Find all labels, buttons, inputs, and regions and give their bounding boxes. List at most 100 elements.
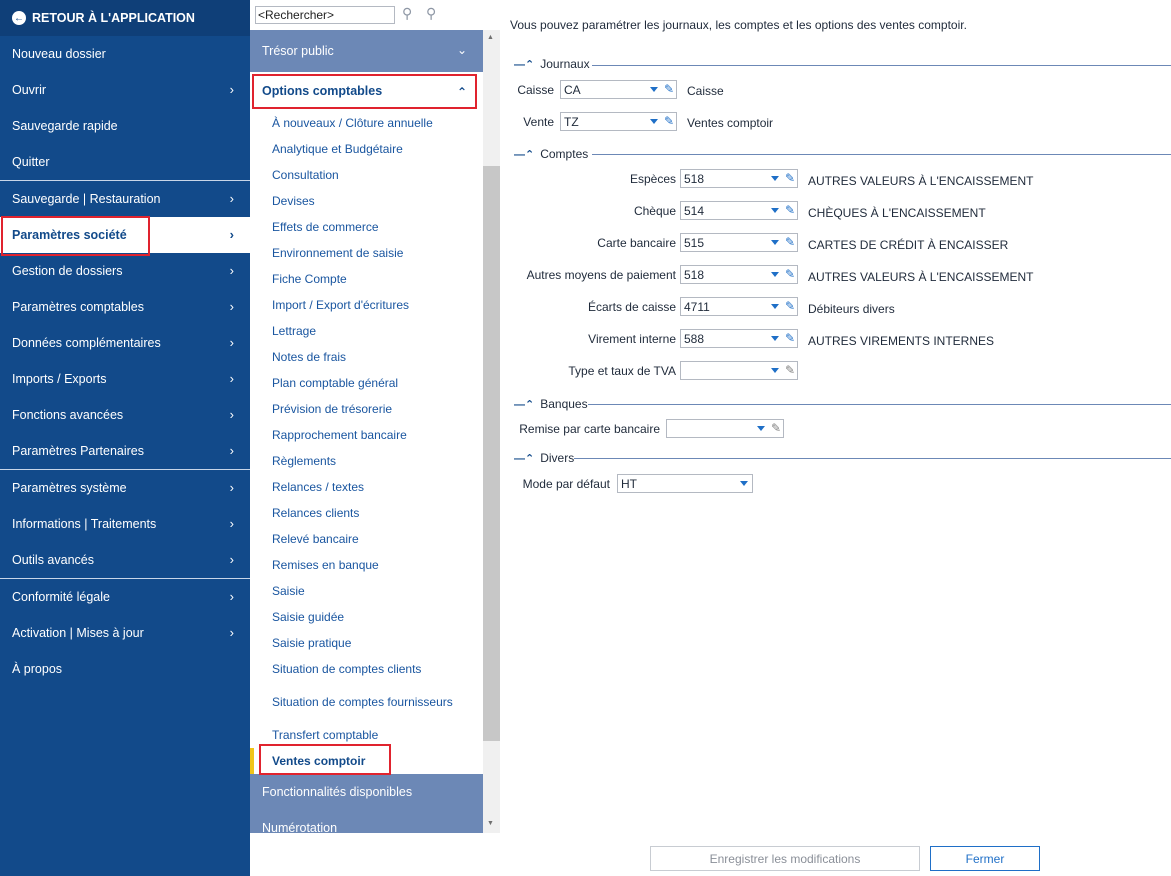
settings-tree-panel: ⚲ ⚲ Trésor public ⌄ Options comptables ⌃…: [250, 0, 500, 876]
tree-item[interactable]: Relevé bancaire: [250, 526, 483, 552]
scrollbar-thumb[interactable]: [483, 166, 500, 741]
section-title: Divers: [540, 451, 575, 465]
tree-item[interactable]: Situation de comptes clients: [250, 656, 483, 682]
nav-item-outils-avances[interactable]: Outils avancés ›: [0, 542, 250, 578]
nav-item-parametres-societe[interactable]: Paramètres société ›: [0, 217, 250, 253]
field-description: AUTRES VALEURS À L'ENCAISSEMENT: [808, 270, 1034, 284]
edit-pencil-icon[interactable]: ✎: [664, 114, 674, 128]
edit-pencil-icon[interactable]: ✎: [785, 299, 795, 313]
tree-group-label: Numérotation: [262, 821, 338, 833]
search-input[interactable]: [255, 6, 395, 24]
scroll-down-icon[interactable]: ▼: [487, 820, 494, 827]
edit-pencil-icon[interactable]: ✎: [785, 363, 795, 377]
nav-item-donnees-complementaires[interactable]: Données complémentaires ›: [0, 325, 250, 361]
section-banques[interactable]: —⌃ Banques: [514, 397, 588, 411]
tree-group-fonctionnalites[interactable]: Fonctionnalités disponibles: [250, 774, 483, 810]
tree-item[interactable]: Règlements: [250, 448, 483, 474]
compte-especes-select[interactable]: 518 ✎: [680, 169, 798, 188]
tree-item[interactable]: Consultation: [250, 162, 483, 188]
nav-item-imports-exports[interactable]: Imports / Exports ›: [0, 361, 250, 397]
field-label: Espèces: [629, 172, 676, 186]
tree-item[interactable]: Relances clients: [250, 500, 483, 526]
nav-item-parametres-systeme[interactable]: Paramètres système ›: [0, 470, 250, 506]
tree-item[interactable]: Rapprochement bancaire: [250, 422, 483, 448]
compte-cheque-select[interactable]: 514 ✎: [680, 201, 798, 220]
tree-item[interactable]: Environnement de saisie: [250, 240, 483, 266]
tree-item[interactable]: Fiche Compte: [250, 266, 483, 292]
tree-item[interactable]: Analytique et Budgétaire: [250, 136, 483, 162]
edit-pencil-icon[interactable]: ✎: [785, 235, 795, 249]
tree-group-options-comptables[interactable]: Options comptables ⌃: [250, 72, 483, 110]
edit-pencil-icon[interactable]: ✎: [771, 421, 781, 435]
section-divers[interactable]: —⌃ Divers: [514, 451, 574, 465]
chevron-right-icon: ›: [229, 299, 234, 314]
dropdown-arrow-icon: [771, 240, 779, 245]
tva-type-select[interactable]: ✎: [680, 361, 798, 380]
tree-item[interactable]: Plan comptable général: [250, 370, 483, 396]
nav-item-quitter[interactable]: Quitter: [0, 144, 250, 180]
journal-vente-select[interactable]: TZ ✎: [560, 112, 677, 131]
tree-group-numerotation[interactable]: Numérotation: [250, 810, 483, 833]
nav-label: Outils avancés: [12, 553, 94, 567]
close-button[interactable]: Fermer: [930, 846, 1040, 871]
section-title: Banques: [540, 397, 588, 411]
back-to-app-button[interactable]: ← RETOUR À L'APPLICATION: [0, 0, 250, 36]
edit-pencil-icon[interactable]: ✎: [785, 171, 795, 185]
save-button[interactable]: Enregistrer les modifications: [650, 846, 920, 871]
compte-autres-moyens-select[interactable]: 518 ✎: [680, 265, 798, 284]
section-journaux[interactable]: —⌃ Journaux: [514, 57, 590, 71]
journal-caisse-select[interactable]: CA ✎: [560, 80, 677, 99]
nav-item-parametres-partenaires[interactable]: Paramètres Partenaires ›: [0, 433, 250, 469]
tree-item[interactable]: Effets de commerce: [250, 214, 483, 240]
tree-item[interactable]: Saisie: [250, 578, 483, 604]
remise-carte-select[interactable]: ✎: [666, 419, 784, 438]
search-next-icon[interactable]: ⚲: [426, 5, 436, 22]
tree-item[interactable]: Import / Export d'écritures: [250, 292, 483, 318]
intro-text: Vous pouvez paramétrer les journaux, les…: [510, 18, 967, 32]
scroll-up-icon[interactable]: ▲: [487, 34, 494, 41]
chevron-right-icon: ›: [229, 335, 234, 350]
edit-pencil-icon[interactable]: ✎: [664, 82, 674, 96]
nav-item-sauvegarde-rapide[interactable]: Sauvegarde rapide: [0, 108, 250, 144]
nav-item-ouvrir[interactable]: Ouvrir ›: [0, 72, 250, 108]
nav-item-a-propos[interactable]: À propos: [0, 651, 250, 687]
section-divider: [588, 404, 1171, 405]
tree-item[interactable]: Prévision de trésorerie: [250, 396, 483, 422]
nav-item-gestion-dossiers[interactable]: Gestion de dossiers ›: [0, 253, 250, 289]
compte-virement-interne-select[interactable]: 588 ✎: [680, 329, 798, 348]
section-comptes[interactable]: —⌃ Comptes: [514, 147, 588, 161]
tree-item[interactable]: Lettrage: [250, 318, 483, 344]
nav-item-parametres-comptables[interactable]: Paramètres comptables ›: [0, 289, 250, 325]
tree-item[interactable]: Relances / textes: [250, 474, 483, 500]
mode-par-defaut-select[interactable]: HT: [617, 474, 753, 493]
nav-item-fonctions-avancees[interactable]: Fonctions avancées ›: [0, 397, 250, 433]
tree-item[interactable]: À nouveaux / Clôture annuelle: [250, 110, 483, 136]
tree-item[interactable]: Situation de comptes fournisseurs: [250, 682, 483, 722]
edit-pencil-icon[interactable]: ✎: [785, 331, 795, 345]
collapse-icon: —⌃: [514, 58, 535, 71]
search-icon[interactable]: ⚲: [402, 5, 412, 22]
arrow-left-icon: ←: [12, 11, 26, 25]
tree-item[interactable]: Transfert comptable: [250, 722, 483, 748]
edit-pencil-icon[interactable]: ✎: [785, 203, 795, 217]
tree-item[interactable]: Saisie pratique: [250, 630, 483, 656]
tree-group-tresor-public[interactable]: Trésor public ⌄: [250, 30, 483, 72]
tree-item[interactable]: Saisie guidée: [250, 604, 483, 630]
tree-item[interactable]: Remises en banque: [250, 552, 483, 578]
tree-scrollbar[interactable]: ▲ ▼: [483, 30, 500, 833]
nav-item-informations-traitements[interactable]: Informations | Traitements ›: [0, 506, 250, 542]
nav-item-sauvegarde-restauration[interactable]: Sauvegarde | Restauration ›: [0, 181, 250, 217]
tree-item[interactable]: Devises: [250, 188, 483, 214]
nav-item-activation-mises-a-jour[interactable]: Activation | Mises à jour ›: [0, 615, 250, 651]
tree-item[interactable]: Notes de frais: [250, 344, 483, 370]
nav-item-nouveau-dossier[interactable]: Nouveau dossier: [0, 36, 250, 72]
nav-label: Imports / Exports: [12, 372, 107, 386]
nav-item-conformite-legale[interactable]: Conformité légale ›: [0, 579, 250, 615]
field-label: Vente: [523, 115, 554, 129]
compte-ecarts-caisse-select[interactable]: 4711 ✎: [680, 297, 798, 316]
compte-carte-bancaire-select[interactable]: 515 ✎: [680, 233, 798, 252]
dropdown-arrow-icon: [740, 481, 748, 486]
section-divider: [592, 65, 1171, 66]
edit-pencil-icon[interactable]: ✎: [785, 267, 795, 281]
tree-item-selected[interactable]: Ventes comptoir: [250, 748, 483, 774]
